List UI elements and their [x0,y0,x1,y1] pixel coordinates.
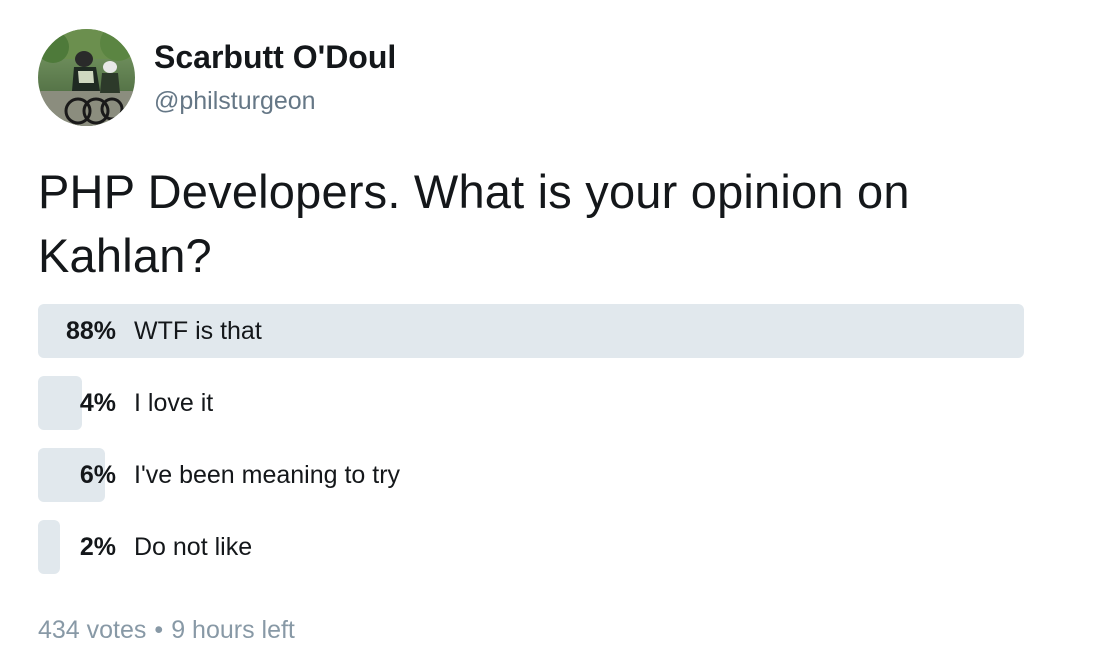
tweet-card: Scarbutt O'Doul @philsturgeon PHP Develo… [0,0,1104,670]
poll-choice-label: 88% WTF is that [38,304,262,358]
poll: 88% WTF is that 4% I love it 6% I've bee… [38,304,1078,592]
display-name[interactable]: Scarbutt O'Doul [154,39,396,75]
poll-time-left: 9 hours left [171,616,295,644]
poll-option-text: WTF is that [134,316,262,345]
poll-percent: 88% [65,316,116,345]
poll-choice-label: 6% I've been meaning to try [38,448,400,502]
tweet-header: Scarbutt O'Doul @philsturgeon [38,29,396,127]
poll-footer: 434 votes • 9 hours left [38,614,295,646]
poll-vote-count: 434 votes [38,616,147,644]
poll-choice-label: 4% I love it [38,376,213,430]
poll-percent: 6% [79,460,116,489]
avatar[interactable] [38,29,135,126]
poll-percent: 2% [79,532,116,561]
poll-percent: 4% [79,388,116,417]
separator-dot: • [154,616,164,644]
screen-name[interactable]: @philsturgeon [154,86,396,116]
poll-option-text: I've been meaning to try [134,460,401,489]
poll-option-text: Do not like [134,532,253,561]
poll-option-text: I love it [134,388,214,417]
poll-choice: 2% Do not like [38,520,1078,574]
poll-choice-label: 2% Do not like [38,520,252,574]
poll-choice: 6% I've been meaning to try [38,448,1078,502]
poll-choice: 4% I love it [38,376,1078,430]
cyclist-photo-avatar-icon [38,29,135,126]
poll-choice: 88% WTF is that [38,304,1078,358]
tweet-text: PHP Developers. What is your opinion on … [38,165,910,282]
user-identity: Scarbutt O'Doul @philsturgeon [154,29,396,116]
